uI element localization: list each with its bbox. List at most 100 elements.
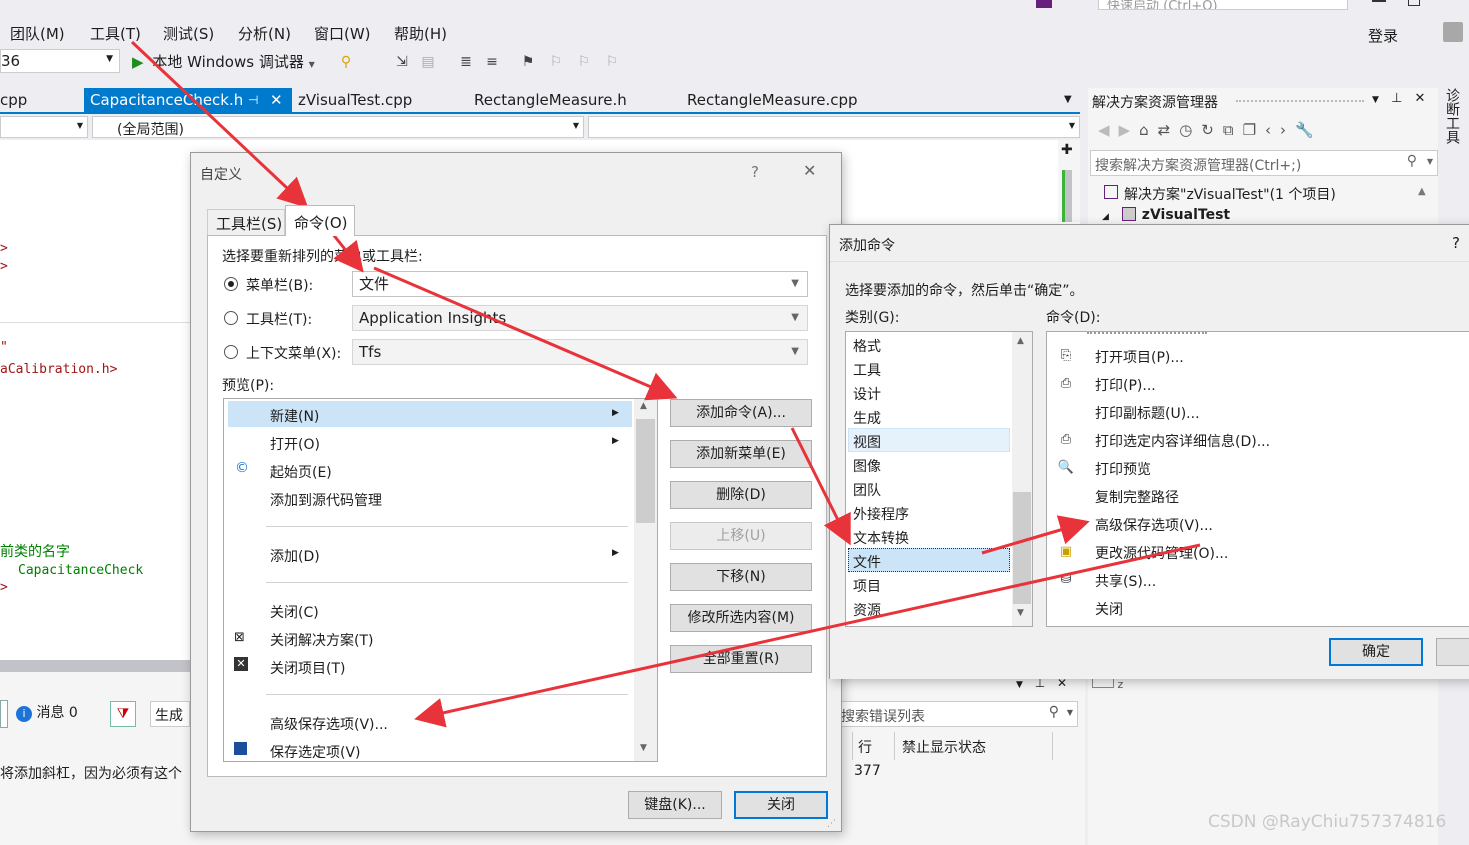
close-tab-icon[interactable]: ✕: [270, 88, 283, 112]
command-item[interactable]: 打印预览: [1095, 459, 1151, 479]
menu-team[interactable]: 团队(M): [10, 23, 65, 44]
reset-all-button[interactable]: 全部重置(R): [670, 645, 812, 673]
zoom-icon[interactable]: z: [1118, 678, 1124, 691]
menubar-select[interactable]: 文件 ▼: [352, 271, 808, 297]
preview-item-close-project[interactable]: 关闭项目(T): [270, 658, 345, 678]
preview-item-source-control[interactable]: 添加到源代码管理: [270, 490, 382, 510]
scroll-thumb[interactable]: [1062, 170, 1072, 222]
move-down-button[interactable]: 下移(N): [670, 563, 812, 591]
category-item[interactable]: 图像: [853, 456, 881, 476]
back-icon[interactable]: ◀: [1098, 121, 1119, 139]
preview-item-add[interactable]: 添加(D): [270, 546, 320, 566]
menu-tools[interactable]: 工具(T): [90, 23, 141, 44]
pin-icon[interactable]: ⊣: [248, 88, 258, 112]
category-item[interactable]: 团队: [853, 480, 881, 500]
context-radio[interactable]: [224, 345, 238, 359]
close-icon[interactable]: ✕: [803, 161, 816, 180]
diagnostic-tools-side-tab[interactable]: 诊断工具: [1442, 88, 1469, 188]
command-item[interactable]: 打印(P)...: [1095, 375, 1156, 395]
errors-filter[interactable]: [0, 700, 8, 728]
preview-item-new[interactable]: 新建(N): [270, 406, 319, 426]
tab-commands[interactable]: 命令(O): [285, 205, 355, 236]
close-icon[interactable]: ✕: [1415, 91, 1426, 106]
editor-vscroll[interactable]: ✚: [1058, 140, 1080, 222]
project-combo[interactable]: ▼: [0, 116, 88, 138]
command-item[interactable]: 关闭: [1095, 599, 1123, 619]
close-button[interactable]: 关闭: [734, 791, 828, 819]
pin-icon[interactable]: ⊥: [1391, 91, 1402, 106]
clear-bookmarks-icon[interactable]: ⚐: [602, 52, 622, 72]
cancel-button[interactable]: [1436, 638, 1469, 666]
tab-rectanglemeasure-cpp[interactable]: RectangleMeasure.cpp: [681, 88, 858, 112]
bookmark-icon[interactable]: ⚑: [518, 52, 538, 72]
preview-item-open[interactable]: 打开(O): [270, 434, 320, 454]
preview-list[interactable]: 新建(N) ▶ 打开(O) ▶ © 起始页(E) 添加到源代码管理 添加(D) …: [223, 398, 658, 762]
preview-item-start-page[interactable]: 起始页(E): [270, 462, 332, 482]
copy-icon[interactable]: ❐: [1243, 121, 1265, 139]
wrench-icon[interactable]: 🔧: [1295, 121, 1323, 139]
project-node[interactable]: ◢ zVisualTest: [1102, 207, 1230, 223]
se-search-input[interactable]: 搜索解决方案资源管理器(Ctrl+;) ⚲ ▼: [1090, 150, 1438, 176]
help-button[interactable]: ?: [751, 163, 759, 181]
command-item[interactable]: 复制完整路径: [1095, 487, 1179, 507]
tab-capacitancecheck[interactable]: CapacitanceCheck.h ⊣ ✕: [84, 88, 292, 112]
command-item[interactable]: 打开项目(P)...: [1095, 347, 1184, 367]
build-combo[interactable]: 生成: [150, 701, 190, 727]
next-bookmark-icon[interactable]: ⚐: [574, 52, 594, 72]
command-item[interactable]: 打印选定内容详细信息(D)...: [1095, 431, 1270, 451]
resize-grip-icon[interactable]: ⋰: [827, 819, 836, 829]
context-select[interactable]: Tfs ▼: [352, 339, 808, 365]
solution-node[interactable]: 解决方案"zVisualTest"(1 个项目): [1104, 184, 1336, 204]
menu-help[interactable]: 帮助(H): [394, 23, 447, 44]
outdent-icon[interactable]: ≡: [482, 52, 502, 72]
tab-zvisualtest[interactable]: zVisualTest.cpp: [292, 88, 412, 112]
login-link[interactable]: 登录: [1368, 25, 1398, 46]
member-combo[interactable]: ▼: [588, 116, 1080, 138]
scroll-thumb[interactable]: [1013, 492, 1031, 604]
restore-icon[interactable]: [1408, 0, 1420, 6]
start-debugging-button[interactable]: ▶ 本地 Windows 调试器 ▼: [132, 51, 332, 73]
menubar-radio[interactable]: [224, 277, 238, 291]
category-item[interactable]: 外接程序: [853, 504, 909, 524]
menu-test[interactable]: 测试(S): [163, 23, 214, 44]
split-icon[interactable]: ✚: [1061, 142, 1073, 158]
category-item[interactable]: 文本转换: [853, 528, 909, 548]
preview-item-close[interactable]: 关闭(C): [270, 602, 319, 622]
modify-selection-button[interactable]: 修改所选内容(M): [670, 604, 812, 632]
category-item[interactable]: 资源: [853, 600, 881, 620]
category-item[interactable]: 视图: [853, 432, 881, 452]
keyboard-button[interactable]: 键盘(K)...: [628, 791, 722, 819]
command-item[interactable]: 共享(S)...: [1095, 571, 1156, 591]
forward-icon[interactable]: ▶: [1119, 121, 1140, 139]
delete-button[interactable]: 删除(D): [670, 481, 812, 509]
scope-combo[interactable]: (全局范围) ▼: [92, 116, 584, 138]
category-item-selected[interactable]: 文件: [853, 552, 881, 572]
ok-button[interactable]: 确定: [1329, 638, 1423, 666]
command-item[interactable]: 打印副标题(U)...: [1095, 403, 1200, 423]
category-item[interactable]: 项目: [853, 576, 881, 596]
category-item[interactable]: 生成: [853, 408, 881, 428]
dropdown-icon[interactable]: ▼: [1372, 95, 1379, 105]
config-combo[interactable]: 36 ▼: [0, 49, 120, 73]
sync-icon[interactable]: ⇄: [1158, 121, 1180, 139]
col-line[interactable]: 行: [858, 737, 872, 757]
tab-toolbars[interactable]: 工具栏(S): [207, 209, 285, 235]
prev-bookmark-icon[interactable]: ⚐: [546, 52, 566, 72]
find-in-files-icon[interactable]: ⚲: [336, 52, 356, 72]
error-search-input[interactable]: 搜索错误列表 ⚲ ▼: [838, 701, 1078, 727]
commands-list[interactable]: ⎘ 打开项目(P)... ⎙ 打印(P)... 打印副标题(U)... ⎙ 打印…: [1046, 331, 1469, 627]
indent-icon[interactable]: ≣: [456, 52, 476, 72]
menu-analyze[interactable]: 分析(N): [238, 23, 291, 44]
tab-cpp[interactable]: cpp: [0, 88, 84, 112]
filter-icon[interactable]: ⧩: [110, 701, 136, 727]
category-item[interactable]: 设计: [853, 384, 881, 404]
dropdown-icon[interactable]: ▼: [1016, 680, 1023, 690]
minimize-icon[interactable]: [1372, 0, 1386, 2]
scroll-down-icon[interactable]: ▼: [640, 743, 647, 753]
messages-filter[interactable]: i 消息 0: [16, 702, 100, 726]
se-scroll-up-icon[interactable]: ▲: [1418, 186, 1426, 197]
categories-scrollbar[interactable]: ▲ ▼: [1012, 332, 1032, 626]
preview-scrollbar[interactable]: ▲ ▼: [634, 399, 657, 761]
add-command-button[interactable]: 添加命令(A)...: [670, 399, 812, 427]
add-new-menu-button[interactable]: 添加新菜单(E): [670, 440, 812, 468]
